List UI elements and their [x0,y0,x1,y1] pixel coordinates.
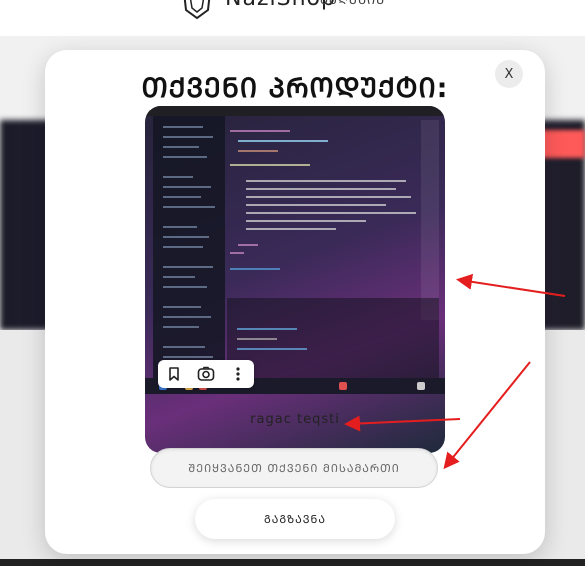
editor-minimap [421,120,439,320]
more-vertical-icon[interactable] [222,360,254,388]
window-titlebar [145,106,445,116]
image-toolbar [158,360,254,388]
editor-code [230,124,420,284]
send-button[interactable]: ᲒᲐᲒᲖᲐᲕᲜᲐ [195,499,395,539]
editor-sidebar [153,116,225,378]
product-image [145,106,445,453]
camera-lens-icon[interactable] [190,360,222,388]
modal-title: ᲗᲥᲕᲔᲜᲘ ᲞᲠᲝᲓᲣᲥᲢᲘ: [141,73,449,104]
product-modal: X ᲗᲥᲕᲔᲜᲘ ᲞᲠᲝᲓᲣᲥᲢᲘ: ragac teqsti ᲨᲔᲘᲧᲕᲐᲜᲔ… [45,50,545,554]
address-input[interactable] [150,448,438,488]
shield-logo-icon [183,0,211,20]
product-description: ragac teqsti [250,412,340,427]
editor-terminal [227,298,439,378]
site-header: NaziShop ᲛᲐᲦᲐᲖᲘᲐ [0,0,585,36]
bookmark-icon[interactable] [158,360,190,388]
bottom-bar [0,559,585,566]
brand-subtitle: ᲛᲐᲦᲐᲖᲘᲐ [320,0,386,8]
